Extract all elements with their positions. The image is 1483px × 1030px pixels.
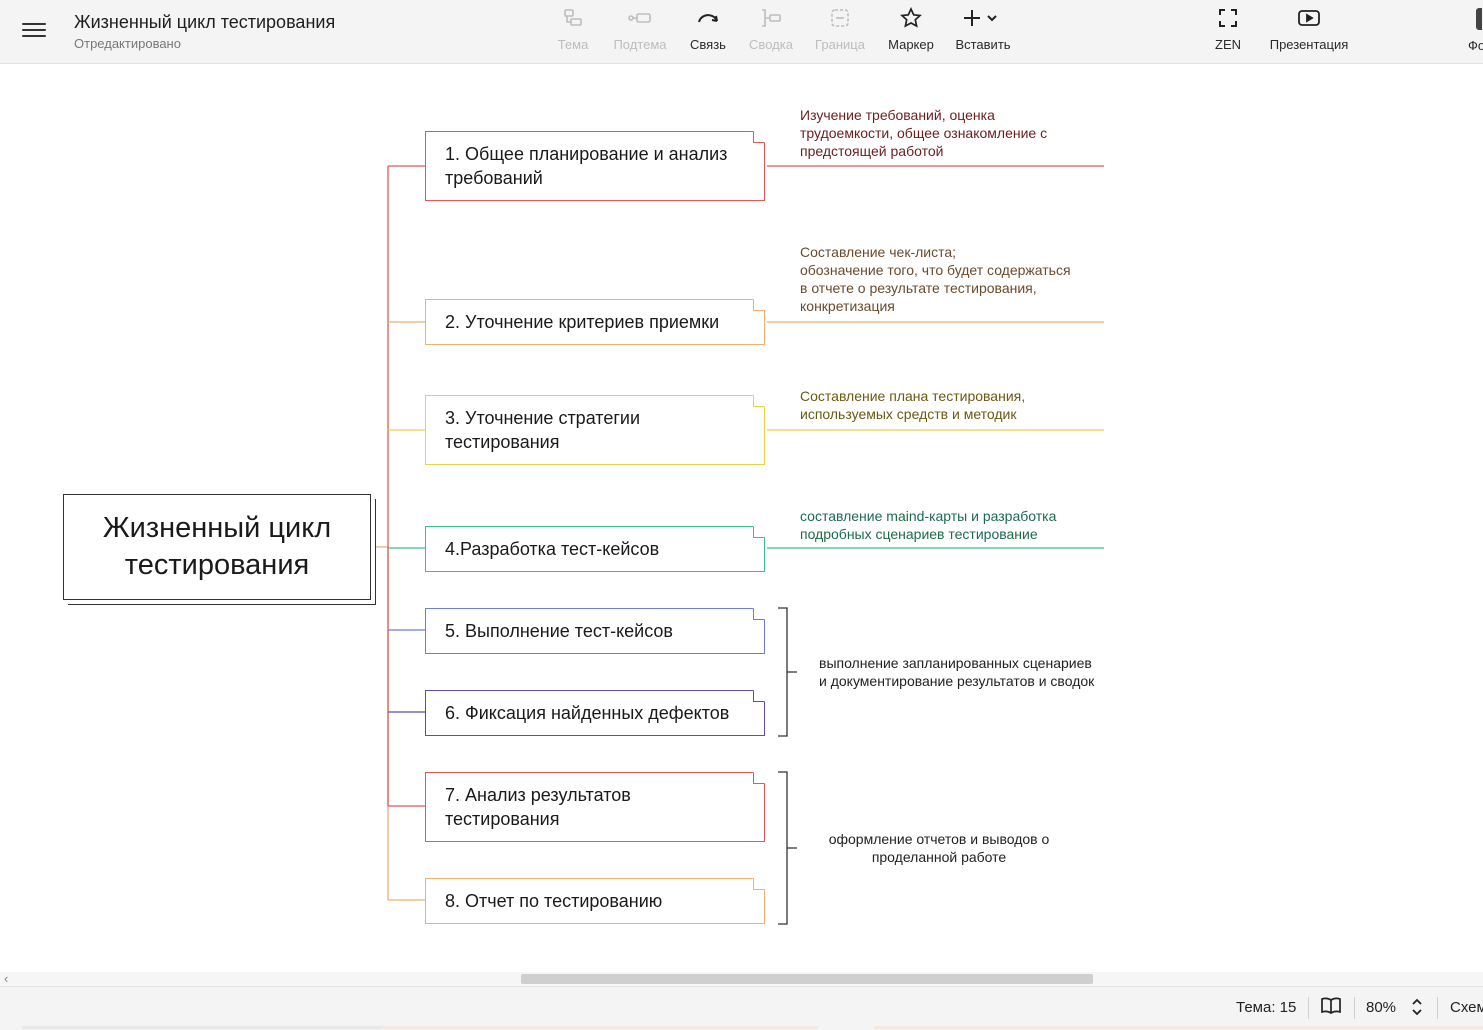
divider — [1308, 997, 1309, 1019]
note-corner-icon — [753, 608, 765, 620]
link-button[interactable]: Связь — [688, 6, 728, 58]
boundary-icon — [812, 6, 868, 30]
format-icon — [1476, 8, 1482, 30]
note-corner-icon — [753, 690, 765, 702]
note-corner-icon — [753, 299, 765, 311]
scrollbar-thumb[interactable] — [521, 974, 1093, 984]
topic-label: 3. Уточнение стратегии тестирования — [445, 408, 641, 452]
topic-2-note[interactable]: Составление чек-листа; обозначение того,… — [800, 243, 1071, 315]
status-bar: Тема: 15 80% Схем — [0, 986, 1483, 1030]
presentation-button[interactable]: Презентация — [1266, 6, 1352, 58]
star-icon — [884, 6, 938, 30]
note-corner-icon — [753, 526, 765, 538]
topic-label: 2. Уточнение критериев приемки — [445, 312, 720, 332]
topic-label: 5. Выполнение тест-кейсов — [445, 621, 673, 641]
topic-5[interactable]: 5. Выполнение тест-кейсов — [425, 608, 765, 654]
zoom-stepper-icon[interactable] — [1410, 996, 1424, 1022]
theme-icon — [556, 6, 590, 30]
note-corner-icon — [753, 772, 765, 784]
note-corner-icon — [753, 878, 765, 890]
save-status: Отредактировано — [74, 36, 181, 51]
zen-button[interactable]: ZEN — [1212, 6, 1244, 58]
topic-label: 7. Анализ результатов тестирования — [445, 785, 631, 829]
topic-label: 1. Общее планирование и анализ требовани… — [445, 144, 728, 188]
plus-chevron-icon — [953, 6, 1013, 30]
divider — [1437, 997, 1438, 1019]
topic-6[interactable]: 6. Фиксация найденных дефектов — [425, 690, 765, 736]
hamburger-menu-icon[interactable] — [22, 20, 46, 42]
topic-2[interactable]: 2. Уточнение критериев приемки — [425, 299, 765, 345]
summary-execution[interactable]: выполнение запланированных сценариев и д… — [819, 654, 1094, 690]
note-corner-icon — [753, 395, 765, 407]
topic-3-note[interactable]: Составление плана тестирования, использу… — [800, 387, 1025, 423]
mindmap-canvas[interactable]: Жизненный цикл тестирования 1. Общее пла… — [0, 64, 1483, 972]
summary-reporting[interactable]: оформление отчетов и выводов о проделанн… — [818, 830, 1060, 866]
topic-label: 8. Отчет по тестированию — [445, 891, 663, 911]
topic-4[interactable]: 4.Разработка тест-кейсов — [425, 526, 765, 572]
topic-8[interactable]: 8. Отчет по тестированию — [425, 878, 765, 924]
zoom-level[interactable]: 80% — [1366, 999, 1396, 1016]
note-corner-icon — [753, 131, 765, 143]
document-title[interactable]: Жизненный цикл тестирования — [74, 12, 335, 33]
subtheme-button[interactable]: Подтема — [610, 6, 670, 58]
central-topic[interactable]: Жизненный цикл тестирования — [63, 494, 371, 600]
outline-book-icon[interactable] — [1320, 996, 1342, 1020]
format-button[interactable]: Фо — [1468, 8, 1483, 53]
marker-button[interactable]: Маркер — [884, 6, 938, 58]
scheme-button[interactable]: Схем — [1450, 999, 1483, 1016]
subtheme-icon — [610, 6, 670, 30]
topic-1[interactable]: 1. Общее планирование и анализ требовани… — [425, 131, 765, 201]
scroll-left-icon[interactable]: ‹ — [4, 972, 8, 986]
curved-arrow-icon — [688, 6, 728, 30]
play-icon — [1266, 6, 1352, 30]
divider — [1354, 997, 1355, 1019]
boundary-button[interactable]: Граница — [812, 6, 868, 58]
topic-1-note[interactable]: Изучение требований, оценка трудоемкости… — [800, 106, 1047, 160]
insert-button[interactable]: Вставить — [953, 6, 1013, 58]
topic-label: 6. Фиксация найденных дефектов — [445, 703, 730, 723]
horizontal-scrollbar[interactable]: ‹ — [0, 972, 1483, 986]
topic-4-note[interactable]: составление maind-карты и разработка под… — [800, 507, 1056, 543]
topic-7[interactable]: 7. Анализ результатов тестирования — [425, 772, 765, 842]
fullscreen-icon — [1212, 6, 1244, 30]
theme-button[interactable]: Тема — [556, 6, 590, 58]
topic-3[interactable]: 3. Уточнение стратегии тестирования — [425, 395, 765, 465]
summary-button[interactable]: Сводка — [746, 6, 796, 58]
top-toolbar: Жизненный цикл тестирования Отредактиров… — [0, 0, 1483, 64]
summary-icon — [746, 6, 796, 30]
topic-count: Тема: 15 — [1236, 999, 1297, 1016]
topic-label: 4.Разработка тест-кейсов — [445, 539, 660, 559]
